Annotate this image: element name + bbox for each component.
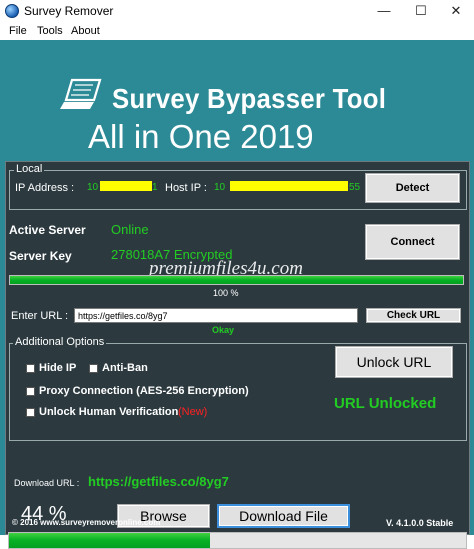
download-url-value: https://getfiles.co/8yg7 bbox=[88, 474, 229, 489]
human-verification-label: Unlock Human Verification bbox=[39, 406, 179, 418]
minimize-button[interactable]: — bbox=[366, 0, 402, 22]
local-group-label: Local bbox=[14, 163, 45, 175]
main-panel: Local IP Address : 10 1 Host IP : 10 55 … bbox=[5, 161, 470, 549]
banner: Survey Bypasser Tool All in One 2019 bbox=[0, 40, 474, 158]
host-ip-redaction bbox=[230, 181, 348, 191]
anti-ban-label: Anti-Ban bbox=[102, 362, 148, 374]
anti-ban-checkbox[interactable] bbox=[89, 364, 98, 373]
detect-button[interactable]: Detect bbox=[365, 173, 460, 203]
title-bar: Survey Remover — ☐ ✕ bbox=[0, 0, 474, 23]
url-input[interactable]: https://getfiles.co/8yg7 bbox=[74, 308, 358, 323]
close-button[interactable]: ✕ bbox=[438, 0, 474, 22]
window-title: Survey Remover bbox=[24, 4, 114, 18]
active-server-label: Active Server bbox=[9, 223, 86, 237]
check-url-button[interactable]: Check URL bbox=[366, 308, 461, 323]
unlock-status: URL Unlocked bbox=[334, 395, 437, 412]
ip-address-label: IP Address : bbox=[15, 182, 75, 194]
proxy-checkbox[interactable] bbox=[26, 387, 35, 396]
hide-ip-label: Hide IP bbox=[39, 362, 77, 374]
menu-about[interactable]: About bbox=[71, 25, 100, 37]
new-badge: (New) bbox=[178, 406, 208, 418]
app-icon bbox=[5, 4, 19, 18]
ip-address-suffix: 1 bbox=[152, 182, 158, 193]
url-status: Okay bbox=[212, 325, 235, 335]
app-body: Survey Bypasser Tool All in One 2019 Loc… bbox=[0, 40, 474, 549]
menu-bar: File Tools About bbox=[0, 22, 474, 40]
connect-button[interactable]: Connect bbox=[365, 224, 460, 260]
options-group-label: Additional Options bbox=[13, 336, 107, 348]
download-file-button[interactable]: Download File bbox=[217, 504, 350, 528]
ip-address-prefix: 10 bbox=[87, 182, 99, 193]
server-progress-fill bbox=[10, 276, 463, 284]
menu-file[interactable]: File bbox=[9, 25, 27, 37]
menu-tools[interactable]: Tools bbox=[37, 25, 63, 37]
version-text: V. 4.1.0.0 Stable bbox=[386, 518, 454, 528]
host-ip-suffix: 55 bbox=[349, 182, 361, 193]
maximize-button[interactable]: ☐ bbox=[403, 0, 439, 22]
host-ip-label: Host IP : bbox=[165, 182, 207, 194]
server-progress-text: 100 % bbox=[213, 288, 239, 298]
banner-title: Survey Bypasser Tool bbox=[112, 83, 387, 114]
server-progress-bar bbox=[9, 275, 464, 285]
banner-subtitle: All in One 2019 bbox=[88, 118, 314, 155]
download-progress-fill bbox=[9, 533, 211, 548]
host-ip-prefix: 10 bbox=[214, 182, 226, 193]
unlock-url-button[interactable]: Unlock URL bbox=[335, 346, 453, 378]
laptop-icon bbox=[60, 78, 102, 109]
active-server-value: Online bbox=[111, 222, 149, 237]
hide-ip-checkbox[interactable] bbox=[26, 364, 35, 373]
proxy-label: Proxy Connection (AES-256 Encryption) bbox=[39, 385, 249, 397]
download-url-label: Download URL : bbox=[14, 478, 80, 488]
human-verification-checkbox[interactable] bbox=[26, 408, 35, 417]
server-key-label: Server Key bbox=[9, 249, 72, 263]
copyright-text: © 2016 www.surveyremoveronline.com bbox=[12, 518, 161, 527]
enter-url-label: Enter URL : bbox=[11, 310, 69, 322]
ip-address-redaction bbox=[100, 181, 152, 191]
